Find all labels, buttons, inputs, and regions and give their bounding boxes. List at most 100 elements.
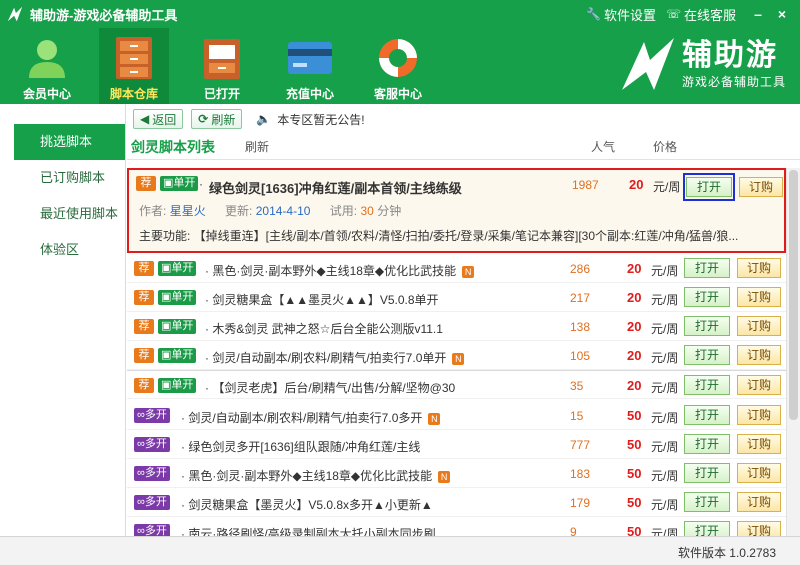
open-button[interactable]: 打开 bbox=[684, 492, 730, 512]
lifebuoy-icon bbox=[374, 34, 422, 82]
announcement: 🔈 本专区暂无公告! bbox=[256, 112, 365, 127]
price: 50 bbox=[627, 408, 642, 423]
popularity: 35 bbox=[570, 379, 584, 393]
list-item[interactable]: 荐 ▣单开 · 黑色·剑灵·副本野外◆主线18章◆优化比武技能 N 286 20 元/周 打开… bbox=[127, 254, 786, 283]
list-item[interactable]: ∞多开 · 剑灵/自动副本/刷农料/刷精气/拍卖行7.0多开 N 15 50 元/周 打开订… bbox=[127, 401, 786, 430]
single-mode-badge: ▣单开 bbox=[158, 348, 197, 363]
subscribe-button[interactable]: 订购 bbox=[737, 492, 781, 512]
window-icon: ▣ bbox=[161, 291, 172, 303]
price-unit: 元/周 bbox=[651, 322, 679, 336]
list-item[interactable]: 荐 ▣单开 · 【剑灵老虎】后台/刷精气/出售/分解/坚物@30 35 20 元/周 打开订… bbox=[127, 370, 786, 399]
multi-mode-badge: ∞多开 bbox=[134, 437, 170, 452]
window-icon: ▣ bbox=[163, 177, 174, 189]
refresh-button[interactable]: ⟳ 刷新 bbox=[191, 109, 243, 129]
open-button[interactable]: 打开 bbox=[684, 287, 730, 307]
subscribe-button[interactable]: 订购 bbox=[737, 316, 781, 336]
price: 20 bbox=[627, 378, 642, 393]
subscribe-button[interactable]: 订购 bbox=[737, 287, 781, 307]
list-item[interactable]: ∞多开 · 绿色剑灵多开[1636]组队跟随/冲角红莲/主线 777 50 元/周 打开订… bbox=[127, 430, 786, 459]
subscribe-button[interactable]: 订购 bbox=[737, 463, 781, 483]
featured-title: 绿色剑灵[1636]冲角红莲/副本首领/主线练级 bbox=[209, 181, 462, 196]
subscribe-button[interactable]: 订购 bbox=[737, 405, 781, 425]
minimize-button[interactable]: – bbox=[746, 4, 770, 24]
open-button[interactable]: 打开 bbox=[684, 316, 730, 336]
online-service-link[interactable]: ☏ 在线客服 bbox=[666, 5, 736, 24]
headset-icon: ☏ bbox=[665, 7, 681, 21]
open-button[interactable]: 打开 bbox=[684, 463, 730, 483]
window-icon: ▣ bbox=[161, 379, 172, 391]
brand: 辅助游 游戏必备辅助工具 bbox=[618, 34, 786, 94]
nav-script-warehouse[interactable]: 脚本仓库 bbox=[99, 28, 169, 104]
sidebar-item-recent[interactable]: 最近使用脚本 bbox=[0, 196, 125, 232]
settings-link[interactable]: 🔧 软件设置 bbox=[586, 5, 656, 24]
nav-recharge-center[interactable]: 充值中心 bbox=[275, 28, 345, 104]
list-refresh-link[interactable]: 刷新 bbox=[245, 138, 269, 155]
price: 50 bbox=[627, 495, 642, 510]
script-title[interactable]: 黑色·剑灵·副本野外◆主线18章◆优化比武技能 bbox=[188, 469, 432, 483]
author-link[interactable]: 星星火 bbox=[170, 204, 206, 218]
sidebar-item-subscribed[interactable]: 已订购脚本 bbox=[0, 160, 125, 196]
list-item[interactable]: ∞多开 · 剑灵糖果盒【墨灵火】V5.0.8x多开▲小更新▲ 179 50 元/周 打开订… bbox=[127, 488, 786, 517]
price-unit: 元/周 bbox=[651, 411, 679, 425]
brand-logo-icon bbox=[621, 38, 674, 90]
sidebar-item-trial[interactable]: 体验区 bbox=[0, 232, 125, 268]
nav-opened[interactable]: 已打开 bbox=[187, 28, 257, 104]
open-button[interactable]: 打开 bbox=[684, 345, 730, 365]
script-title[interactable]: 剑灵/自动副本/刷农料/刷精气/拍卖行7.0单开 bbox=[212, 351, 446, 365]
window-title: 辅助游-游戏必备辅助工具 bbox=[30, 7, 178, 23]
back-button[interactable]: ◀ 返回 bbox=[133, 109, 184, 129]
cabinet-icon bbox=[110, 34, 158, 82]
column-popularity[interactable]: 人气 bbox=[591, 138, 615, 155]
script-title[interactable]: 剑灵糖果盒【墨灵火】V5.0.8x多开▲小更新▲ bbox=[188, 498, 432, 512]
subscribe-button[interactable]: 订购 bbox=[737, 375, 781, 395]
list-scrollbar[interactable] bbox=[786, 168, 800, 536]
subscribe-button[interactable]: 订购 bbox=[737, 434, 781, 454]
nav-member-center[interactable]: 会员中心 bbox=[12, 28, 82, 104]
app-logo-icon bbox=[7, 6, 23, 22]
open-button[interactable]: 打开 bbox=[684, 405, 730, 425]
recommend-badge: 荐 bbox=[134, 378, 154, 393]
script-title[interactable]: 绿色剑灵多开[1636]组队跟随/冲角红莲/主线 bbox=[188, 440, 420, 454]
price-unit: 元/周 bbox=[651, 264, 679, 278]
featured-open-button[interactable]: 打开 bbox=[686, 177, 732, 197]
nav-service-center[interactable]: 客服中心 bbox=[363, 28, 433, 104]
close-button[interactable]: × bbox=[770, 4, 794, 24]
script-title[interactable]: 黑色·剑灵·副本野外◆主线18章◆优化比武技能 bbox=[212, 264, 456, 278]
column-price[interactable]: 价格 bbox=[653, 138, 677, 155]
status-bar: 软件版本 1.0.2783 bbox=[0, 536, 800, 565]
member-icon bbox=[23, 34, 71, 82]
script-title[interactable]: 【剑灵老虎】后台/刷精气/出售/分解/坚物@30 bbox=[212, 381, 455, 395]
open-button[interactable]: 打开 bbox=[684, 434, 730, 454]
folder-icon bbox=[198, 34, 246, 82]
script-title[interactable]: 剑灵糖果盒【▲▲墨灵火▲▲】V5.0.8单开 bbox=[212, 293, 438, 307]
open-button[interactable]: 打开 bbox=[684, 375, 730, 395]
new-badge-icon: N bbox=[462, 265, 475, 278]
list-item[interactable]: 荐 ▣单开 · 剑灵/自动副本/刷农料/刷精气/拍卖行7.0单开 N 105 20 元/周打… bbox=[127, 341, 786, 370]
sidebar-item-pick-script[interactable]: 挑选脚本 bbox=[14, 124, 125, 160]
list-item[interactable]: ∞多开 · 黑色·剑灵·副本野外◆主线18章◆优化比武技能 N 183 50 元/周 打开订… bbox=[127, 459, 786, 488]
subscribe-button[interactable]: 订购 bbox=[737, 258, 781, 278]
main-nav: 会员中心 脚本仓库 已打开 充值中心 客服中心 辅助游 游戏必备辅助工具 bbox=[0, 28, 800, 104]
title-bar: 辅助游-游戏必备辅助工具 🔧 软件设置 ☏ 在线客服 – × bbox=[0, 0, 800, 28]
list-item[interactable]: 荐 ▣单开 · 剑灵糖果盒【▲▲墨灵火▲▲】V5.0.8单开 217 20 元/周 打开 订购 bbox=[127, 283, 786, 312]
popularity: 105 bbox=[570, 349, 591, 363]
recommend-badge: 荐 bbox=[134, 290, 154, 305]
update-date: 2014-4-10 bbox=[255, 204, 311, 218]
list-header: 剑灵脚本列表 刷新 人气 价格 bbox=[127, 134, 800, 160]
script-title[interactable]: 剑灵/自动副本/刷农料/刷精气/拍卖行7.0多开 bbox=[188, 411, 422, 425]
sub-toolbar: ◀ 返回 ⟳ 刷新 🔈 本专区暂无公告! bbox=[127, 104, 800, 134]
featured-script[interactable]: 荐 ▣单开 · 绿色剑灵[1636]冲角红莲/副本首领/主线练级 1987 20… bbox=[127, 168, 786, 253]
subscribe-button[interactable]: 订购 bbox=[737, 345, 781, 365]
price: 50 bbox=[627, 466, 642, 481]
scrollbar-thumb[interactable] bbox=[789, 170, 798, 420]
featured-subscribe-button[interactable]: 订购 bbox=[739, 177, 783, 197]
price: 20 bbox=[627, 290, 642, 305]
list-item[interactable]: 荐 ▣单开 · 木秀&剑灵 武神之怒☆后台全能公测版v11.1 138 20 元/周 打开订… bbox=[127, 312, 786, 341]
speaker-icon: 🔈 bbox=[256, 112, 272, 126]
multi-mode-badge: ∞多开 bbox=[134, 466, 170, 481]
script-title[interactable]: 木秀&剑灵 武神之怒☆后台全能公测版v11.1 bbox=[212, 322, 443, 336]
single-mode-badge: ▣单开 bbox=[158, 261, 197, 276]
open-button[interactable]: 打开 bbox=[684, 258, 730, 278]
price-unit: 元/周 bbox=[651, 351, 679, 365]
price: 50 bbox=[627, 437, 642, 452]
